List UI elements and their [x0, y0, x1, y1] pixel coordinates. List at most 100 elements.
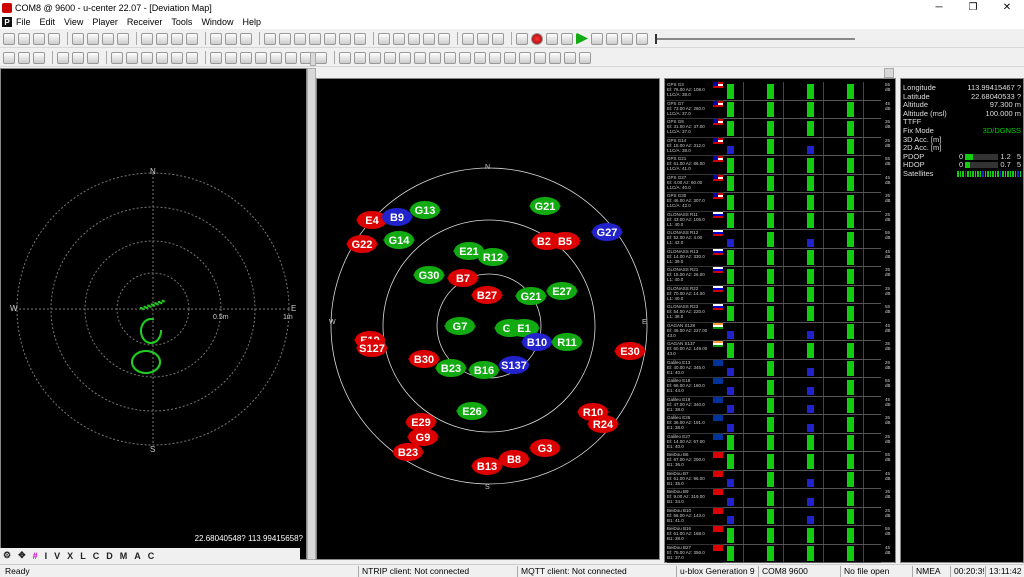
view-button[interactable] — [369, 51, 381, 64]
toolbar-button[interactable] — [171, 32, 183, 45]
satellite-list-item[interactable]: Galileo E19 El: 47.00 Az: 340.0 E1: 38.0 — [667, 396, 723, 415]
menu-help[interactable]: Help — [242, 17, 261, 27]
menu-tools[interactable]: Tools — [171, 17, 192, 27]
toolbar-button[interactable] — [72, 32, 84, 45]
view-button[interactable] — [429, 51, 441, 64]
toolbar-button[interactable] — [3, 32, 15, 45]
toolbar-button[interactable] — [477, 32, 489, 45]
toolbar-button[interactable] — [18, 32, 30, 45]
satellite-level-panel[interactable]: GPS G3 El: 76.00 Az: 108.0 L1C/A: 38.0 GPS … — [664, 78, 896, 563]
toolbar-button[interactable] — [48, 32, 60, 45]
toggle-c[interactable]: C — [93, 551, 100, 561]
view-button[interactable] — [225, 51, 237, 64]
playback-slider[interactable] — [655, 33, 855, 44]
toggle-x[interactable]: X — [67, 551, 73, 561]
view-button[interactable] — [549, 51, 561, 64]
satellite-list-item[interactable]: GPS G27 El: 4.00 Az: 60.00 L1C/A: 40.0 — [667, 174, 723, 193]
toolbar-button[interactable] — [516, 32, 528, 45]
satellite-list-item[interactable]: GLONASS R12 El: 52.00 Az: 4.00 L1: 42.0 — [667, 230, 723, 249]
view-button[interactable] — [210, 51, 222, 64]
sky-view-panel[interactable]: N S W E E4 B9 G13 G21 G27 G22 G14 E21 R12 B28 B5 G3… — [316, 78, 660, 560]
view-button[interactable] — [399, 51, 411, 64]
toolbar-button[interactable] — [492, 32, 504, 45]
toolbar-button[interactable] — [423, 32, 435, 45]
satellite-list-item[interactable]: GLONASS R22 El: 70.00 Az: 14.00 L1: 40.0 — [667, 285, 723, 304]
toolbar-button[interactable] — [591, 32, 603, 45]
view-button[interactable] — [384, 51, 396, 64]
data-view-panel[interactable]: Longitude 113.99415467 ? Latitude 22.680405… — [900, 78, 1024, 563]
view-button[interactable] — [141, 51, 153, 64]
view-button[interactable] — [33, 51, 45, 64]
toolbar-button[interactable] — [294, 32, 306, 45]
satellite-list-item[interactable]: BeiDou B27 El: 75.00 Az: 356.0 B1: 37.0 — [667, 544, 723, 563]
view-button[interactable] — [3, 51, 15, 64]
panel-scroll[interactable] — [310, 52, 316, 66]
scroll-up-button[interactable] — [884, 68, 894, 78]
play-button[interactable] — [576, 32, 588, 45]
toolbar-button[interactable] — [378, 32, 390, 45]
view-button[interactable] — [474, 51, 486, 64]
toolbar-button[interactable] — [561, 32, 573, 45]
toolbar-button[interactable] — [210, 32, 222, 45]
menu-edit[interactable]: Edit — [40, 17, 56, 27]
toolbar-button[interactable] — [264, 32, 276, 45]
satellite-list-item[interactable]: GPS G7 El: 73.00 Az: 260.0 L1C/A: 37.0 — [667, 100, 723, 119]
toggle-m[interactable]: M — [120, 551, 128, 561]
toggle-l[interactable]: L — [80, 551, 86, 561]
satellite-list-item[interactable]: Galileo E13 El: 40.00 Az: 345.0 E1: 40.0 — [667, 359, 723, 378]
toolbar-button[interactable] — [33, 32, 45, 45]
satellite-list-item[interactable]: GAGAN S128 El: 46.00 Az: 227.00 43.0 — [667, 322, 723, 341]
toolbar-button[interactable] — [87, 32, 99, 45]
toolbar-button[interactable] — [354, 32, 366, 45]
satellite-list-item[interactable]: Galileo E26 El: 36.00 Az: 191.0 E1: 38.0 — [667, 415, 723, 434]
view-button[interactable] — [534, 51, 546, 64]
menu-view[interactable]: View — [64, 17, 83, 27]
view-button[interactable] — [504, 51, 516, 64]
toolbar-button[interactable] — [309, 32, 321, 45]
satellite-list-item[interactable]: GPS G21 El: 61.00 Az: 86.00 L1C/A: 41.0 — [667, 156, 723, 175]
menu-window[interactable]: Window — [201, 17, 233, 27]
satellite-list-item[interactable]: GLONASS R23 El: 54.00 Az: 220.0 L1: 38.0 — [667, 304, 723, 323]
toolbar-button[interactable] — [636, 32, 648, 45]
satellite-list-item[interactable]: GLONASS R13 El: 14.00 Az: 330.0 L1: 39.0 — [667, 248, 723, 267]
toggle-d[interactable]: D — [106, 551, 113, 561]
view-button[interactable] — [354, 51, 366, 64]
satellite-list-item[interactable]: GAGAN S137 El: 60.00 Az: 149.00 43.0 — [667, 341, 723, 360]
toolbar-button[interactable] — [279, 32, 291, 45]
view-button[interactable] — [414, 51, 426, 64]
menu-receiver[interactable]: Receiver — [127, 17, 163, 27]
toggle-c[interactable]: C — [148, 551, 155, 561]
view-button[interactable] — [240, 51, 252, 64]
toolbar-button[interactable] — [408, 32, 420, 45]
deviation-map-panel[interactable]: N S E W 0.5m 1m 22.68040548? 113.9941565… — [0, 68, 307, 560]
view-button[interactable] — [18, 51, 30, 64]
satellite-list-item[interactable]: BeiDou B9 El: 9.00 Az: 319.00 B1: 34.0 — [667, 489, 723, 508]
view-button[interactable] — [285, 51, 297, 64]
satellite-list-item[interactable]: GLONASS R11 El: 43.00 Az: 105.0 L1: 40.0 — [667, 211, 723, 230]
toolbar-button[interactable] — [339, 32, 351, 45]
toolbar-button[interactable] — [393, 32, 405, 45]
toolbar-button[interactable] — [438, 32, 450, 45]
view-button[interactable] — [489, 51, 501, 64]
view-button[interactable] — [255, 51, 267, 64]
vertical-splitter[interactable] — [307, 68, 316, 560]
status-port[interactable]: COM8 9600 — [758, 566, 828, 577]
satellite-list-item[interactable]: GPS G14 El: 15.00 Az: 312.0 L1C/A: 38.0 — [667, 137, 723, 156]
settings-icon[interactable]: ⚙ — [3, 550, 11, 561]
view-button[interactable] — [519, 51, 531, 64]
toolbar-button[interactable] — [621, 32, 633, 45]
satellite-list-item[interactable]: GPS G30 El: 46.00 Az: 307.0 L1C/A: 42.0 — [667, 193, 723, 212]
maximize-button[interactable]: ❐ — [956, 0, 990, 15]
satellite-list-item[interactable]: BeiDou B10 El: 56.00 Az: 143.0 B1: 41.0 — [667, 507, 723, 526]
view-button[interactable] — [111, 51, 123, 64]
satellite-list-item[interactable]: GLONASS R21 El: 15.00 Az: 26.00 L1: 40.0 — [667, 267, 723, 286]
grid-icon[interactable]: # — [33, 551, 38, 561]
view-button[interactable] — [444, 51, 456, 64]
satellite-list-item[interactable]: Galileo E27 El: 14.00 Az: 67.00 E1: 40.0 — [667, 433, 723, 452]
satellite-list-item[interactable]: Galileo E18 El: 66.00 Az: 160.0 E1: 44.0 — [667, 378, 723, 397]
toolbar-button[interactable] — [462, 32, 474, 45]
toggle-v[interactable]: V — [54, 551, 60, 561]
view-button[interactable] — [186, 51, 198, 64]
view-button[interactable] — [57, 51, 69, 64]
view-button[interactable] — [315, 51, 327, 64]
